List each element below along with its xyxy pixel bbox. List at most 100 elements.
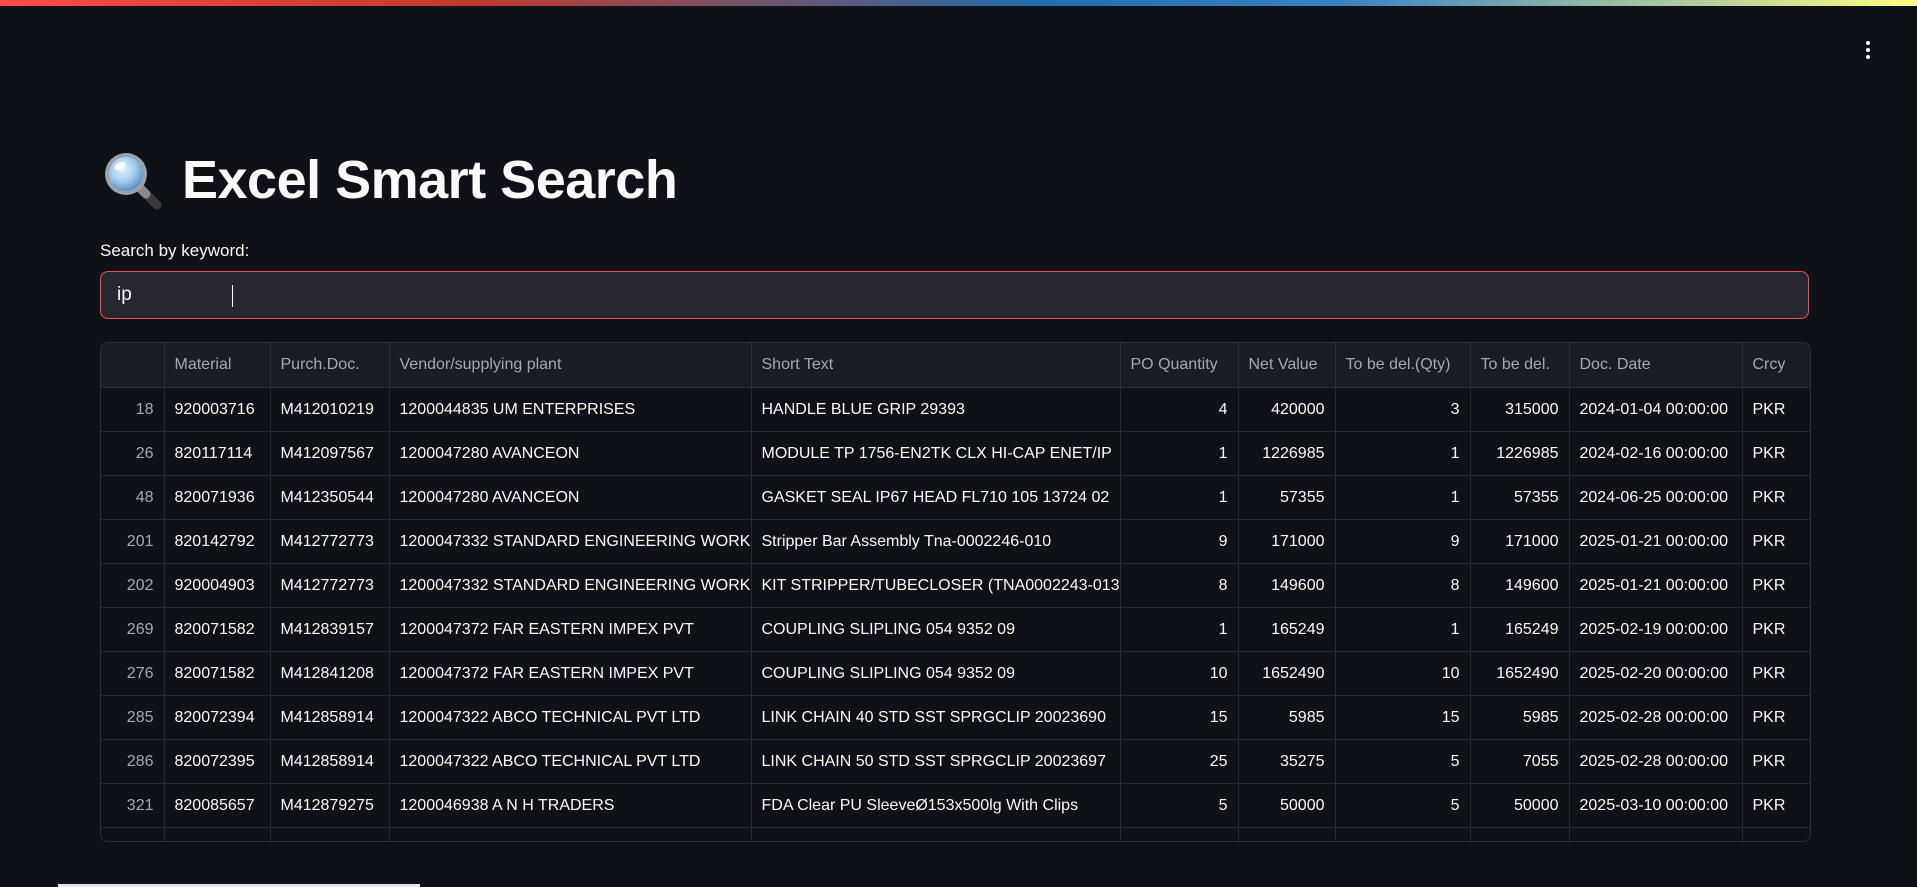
table-cell[interactable]: 820071936 [164, 475, 271, 520]
table-row[interactable]: 201 820142792 M412772773 1200047332 STANDAR… [101, 519, 1810, 564]
column-header[interactable]: To be del.(Qty) [1335, 343, 1471, 388]
table-cell[interactable]: PKR [1742, 695, 1810, 740]
table-cell[interactable]: 2025-03-10 00:00:00 [1569, 783, 1743, 828]
table-cell[interactable]: 57355 [1470, 475, 1570, 520]
table-cell[interactable]: LINK CHAIN 40 STD SST SPRGCLIP 20023690 [751, 695, 1121, 740]
table-cell[interactable]: 1226985 [1470, 431, 1570, 476]
table-cell[interactable]: 1 [1335, 475, 1471, 520]
table-cell[interactable]: 2025-02-19 00:00:00 [1569, 607, 1743, 652]
table-cell[interactable]: 315000 [1470, 387, 1570, 432]
table-cell[interactable]: 1200047322 ABCO TECHNICAL PVT LTD [389, 739, 752, 784]
table-cell[interactable]: 25 [1120, 739, 1239, 784]
table-cell[interactable]: COUPLING SLIPLING 054 9352 09 [751, 651, 1121, 696]
table-cell[interactable]: LINK CHAIN 50 STD SST SPRGCLIP 20023697 [751, 739, 1121, 784]
table-cell[interactable]: KIT STRIPPER/TUBECLOSER (TNA0002243-013) [751, 563, 1121, 608]
table-cell[interactable]: 820072394 [164, 695, 271, 740]
table-row[interactable]: 269 820071582 M412839157 1200047372 FAR EAS… [101, 607, 1810, 652]
table-row[interactable]: 26 820117114 M412097567 1200047280 AVANCEON… [101, 431, 1810, 476]
table-cell[interactable]: 1200044835 UM ENTERPRISES [389, 387, 752, 432]
table-cell[interactable]: M412350544 [270, 475, 390, 520]
table-cell[interactable]: MODULE TP 1756-EN2TK CLX HI-CAP ENET/IP [751, 431, 1121, 476]
table-cell[interactable] [1470, 827, 1570, 841]
table-cell[interactable]: 10 [1120, 651, 1239, 696]
column-header[interactable]: Net Value [1238, 343, 1336, 388]
table-cell[interactable]: 1 [1120, 431, 1239, 476]
column-header[interactable] [101, 343, 165, 388]
search-field[interactable] [100, 271, 1809, 319]
table-cell[interactable]: 1652490 [1470, 651, 1570, 696]
table-cell[interactable]: 1200047372 FAR EASTERN IMPEX PVT [389, 607, 752, 652]
table-cell[interactable]: 420000 [1238, 387, 1336, 432]
table-cell[interactable]: 5985 [1470, 695, 1570, 740]
table-cell[interactable]: 1 [1335, 607, 1471, 652]
table-cell[interactable]: 8 [1335, 563, 1471, 608]
table-row[interactable] [101, 827, 1810, 841]
table-cell[interactable]: 1200047322 ABCO TECHNICAL PVT LTD [389, 695, 752, 740]
table-cell[interactable] [101, 827, 165, 841]
results-table[interactable]: Material Purch.Doc. Vendor/supplying plant… [100, 342, 1811, 842]
table-cell[interactable]: 149600 [1470, 563, 1570, 608]
table-cell[interactable] [751, 827, 1121, 841]
table-cell[interactable]: M412772773 [270, 519, 390, 564]
table-cell[interactable]: 820071582 [164, 651, 271, 696]
table-cell[interactable]: 10 [1335, 651, 1471, 696]
table-cell[interactable]: 15 [1120, 695, 1239, 740]
table-cell[interactable]: 1200047332 STANDARD ENGINEERING WORKS [389, 563, 752, 608]
table-cell[interactable]: 2024-06-25 00:00:00 [1569, 475, 1743, 520]
table-cell[interactable] [1238, 827, 1336, 841]
table-cell[interactable]: 820142792 [164, 519, 271, 564]
table-cell[interactable] [164, 827, 271, 841]
table-cell[interactable]: 1200046938 A N H TRADERS [389, 783, 752, 828]
table-cell[interactable]: Stripper Bar Assembly Tna-0002246-010 [751, 519, 1121, 564]
table-cell[interactable]: PKR [1742, 431, 1810, 476]
table-cell[interactable] [270, 827, 390, 841]
table-cell[interactable]: HANDLE BLUE GRIP 29393 [751, 387, 1121, 432]
table-cell[interactable]: 2025-01-21 00:00:00 [1569, 519, 1743, 564]
table-row[interactable]: 48 820071936 M412350544 1200047280 AVANCEON… [101, 475, 1810, 520]
table-cell[interactable]: 3 [1335, 387, 1471, 432]
table-cell[interactable]: 1226985 [1238, 431, 1336, 476]
table-cell[interactable]: 7055 [1470, 739, 1570, 784]
column-header[interactable]: Purch.Doc. [270, 343, 390, 388]
table-cell[interactable]: 15 [1335, 695, 1471, 740]
table-cell[interactable]: M412858914 [270, 695, 390, 740]
table-cell[interactable]: PKR [1742, 519, 1810, 564]
table-cell[interactable] [1120, 827, 1239, 841]
table-cell[interactable]: 5 [1120, 783, 1239, 828]
table-cell[interactable]: 171000 [1470, 519, 1570, 564]
column-header[interactable]: To be del. [1470, 343, 1570, 388]
table-cell[interactable]: 2024-02-16 00:00:00 [1569, 431, 1743, 476]
table-cell[interactable]: 820117114 [164, 431, 271, 476]
table-cell[interactable]: 1200047372 FAR EASTERN IMPEX PVT [389, 651, 752, 696]
table-cell[interactable]: 1 [1335, 431, 1471, 476]
table-cell[interactable]: 165249 [1470, 607, 1570, 652]
table-cell[interactable] [1742, 827, 1810, 841]
table-cell[interactable]: PKR [1742, 651, 1810, 696]
table-cell[interactable]: PKR [1742, 387, 1810, 432]
table-cell[interactable]: 4 [1120, 387, 1239, 432]
column-header[interactable]: PO Quantity [1120, 343, 1239, 388]
table-cell[interactable]: 2025-02-28 00:00:00 [1569, 695, 1743, 740]
table-row[interactable]: 286 820072395 M412858914 1200047322 ABCO TE… [101, 739, 1810, 784]
table-cell[interactable] [389, 827, 752, 841]
table-cell[interactable]: 2025-02-20 00:00:00 [1569, 651, 1743, 696]
table-cell[interactable]: M412097567 [270, 431, 390, 476]
table-cell[interactable]: 1 [1120, 475, 1239, 520]
table-cell[interactable]: 820085657 [164, 783, 271, 828]
column-header[interactable]: Material [164, 343, 271, 388]
table-row[interactable]: 202 920004903 M412772773 1200047332 STANDAR… [101, 563, 1810, 608]
table-cell[interactable]: 35275 [1238, 739, 1336, 784]
table-cell[interactable]: 9 [1335, 519, 1471, 564]
table-cell[interactable]: M412772773 [270, 563, 390, 608]
table-cell[interactable]: 1652490 [1238, 651, 1336, 696]
table-cell[interactable]: PKR [1742, 739, 1810, 784]
table-cell[interactable]: GASKET SEAL IP67 HEAD FL710 105 13724 02 [751, 475, 1121, 520]
table-cell[interactable]: M412858914 [270, 739, 390, 784]
table-cell[interactable]: 820072395 [164, 739, 271, 784]
table-cell[interactable]: 50000 [1470, 783, 1570, 828]
table-cell[interactable]: PKR [1742, 563, 1810, 608]
table-cell[interactable]: 920003716 [164, 387, 271, 432]
table-row[interactable]: 321 820085657 M412879275 1200046938 A N H T… [101, 783, 1810, 828]
table-cell[interactable] [1335, 827, 1471, 841]
column-header[interactable]: Short Text [751, 343, 1121, 388]
